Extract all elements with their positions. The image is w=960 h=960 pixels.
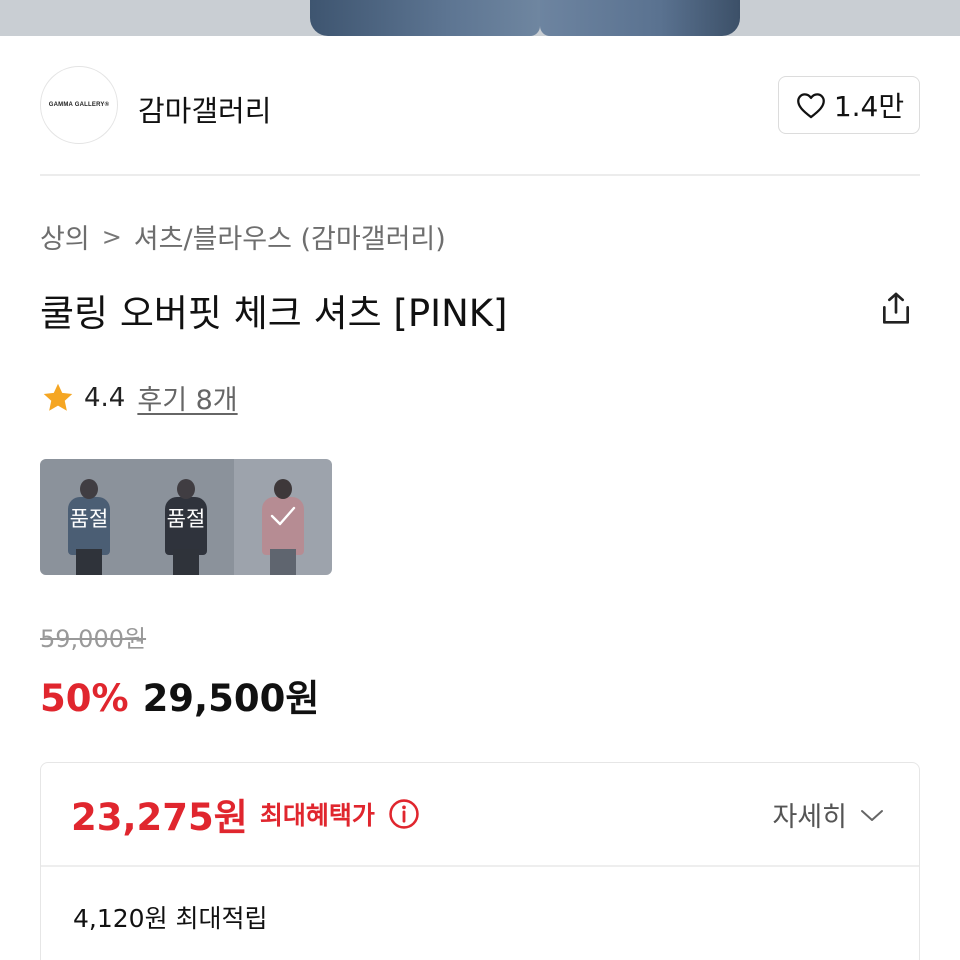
color-option-blue[interactable]: 품절 (40, 459, 138, 575)
heart-icon (796, 93, 825, 119)
max-benefit-price: 23,275원 (71, 796, 248, 839)
title-row: 쿨링 오버핏 체크 셔츠 [PINK] (40, 283, 920, 339)
chevron-down-icon (861, 809, 883, 821)
original-price: 59,000원 (40, 625, 147, 653)
check-icon (270, 506, 296, 526)
share-icon[interactable] (876, 289, 916, 329)
benefit-detail-button[interactable]: 자세히 (772, 795, 885, 834)
max-benefit-row: 23,275원 최대혜택가 (71, 787, 421, 841)
section-divider (40, 174, 920, 176)
benefit-divider (41, 865, 919, 867)
color-options: 품절 품절 (40, 459, 332, 575)
detail-label: 자세히 (772, 802, 847, 833)
rating-row: 4.4 후기 8개 (40, 378, 238, 417)
review-count-link[interactable]: 후기 8개 (137, 378, 237, 417)
product-hero-image (0, 0, 960, 36)
info-icon[interactable] (387, 797, 421, 831)
breadcrumb-subcategory[interactable]: 셔츠/블라우스 (감마갤러리) (134, 217, 446, 256)
sale-price: 29,500원 (142, 677, 320, 720)
like-count: 1.4만 (833, 90, 905, 123)
star-icon (43, 383, 73, 411)
hero-jeans-right (540, 0, 740, 36)
max-points: 4,120원 최대적립 (73, 904, 268, 933)
product-title: 쿨링 오버핏 체크 셔츠 [PINK] (40, 292, 508, 335)
brand-like-button[interactable]: 1.4만 (778, 76, 920, 134)
brand-name[interactable]: 감마갤러리 (138, 88, 271, 130)
discount-rate: 50% (40, 677, 129, 720)
hero-jeans-left (310, 0, 540, 36)
max-benefit-label: 최대혜택가 (259, 801, 375, 830)
price-row: 50% 29,500원 (40, 668, 319, 722)
benefit-box: 23,275원 최대혜택가 자세히 4,120원 최대적립 (40, 762, 920, 960)
breadcrumb: 상의 > 셔츠/블라우스 (감마갤러리) (40, 217, 446, 256)
brand-row: GAMMA GALLERY® 감마갤러리 1.4만 (40, 66, 920, 144)
brand-logo-text: GAMMA GALLERY® (48, 102, 110, 108)
breadcrumb-category[interactable]: 상의 (40, 217, 90, 256)
color-option-pink[interactable] (234, 459, 332, 575)
soldout-label: 품절 (69, 507, 109, 531)
color-option-black[interactable]: 품절 (138, 459, 234, 575)
chevron-right-icon: > (101, 222, 122, 251)
rating-value: 4.4 (84, 382, 126, 413)
brand-logo[interactable]: GAMMA GALLERY® (40, 66, 118, 144)
soldout-label: 품절 (166, 507, 206, 531)
